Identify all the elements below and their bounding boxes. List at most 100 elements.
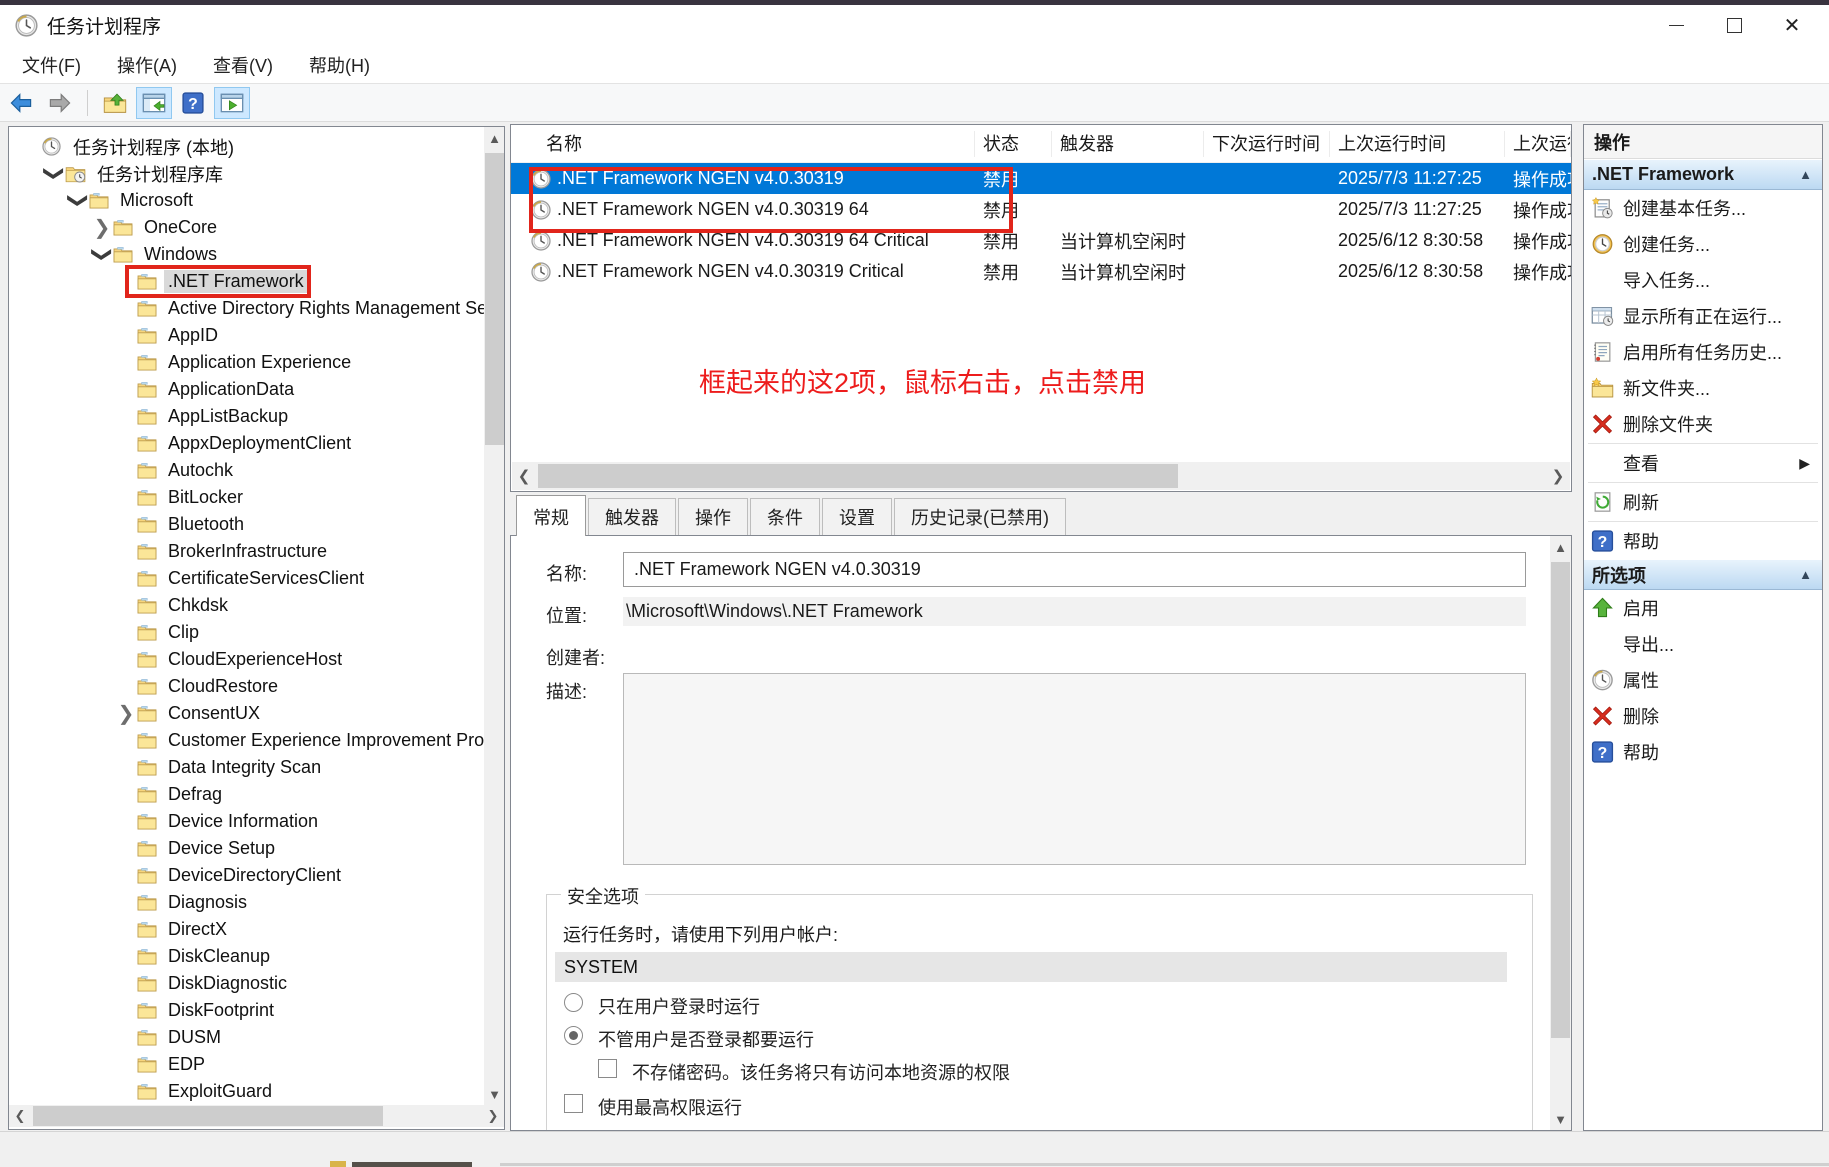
tree-item[interactable]: ApplicationData (9, 376, 484, 403)
tab-条件[interactable]: 条件 (750, 498, 820, 536)
menu-item[interactable]: 文件(F) (8, 46, 95, 84)
tree-item[interactable]: BitLocker (9, 484, 484, 511)
tab-历史记录(已禁用)[interactable]: 历史记录(已禁用) (894, 498, 1066, 536)
task-row[interactable]: .NET Framework NGEN v4.0.30319 64禁用2025/… (511, 194, 1571, 225)
scrollbar-thumb[interactable] (1551, 562, 1570, 1038)
tree-item[interactable]: Bluetooth (9, 511, 484, 538)
scroll-right-icon[interactable]: ❯ (482, 1105, 504, 1127)
checkbox-do-not-store-password[interactable] (598, 1059, 617, 1078)
action-item[interactable]: 新文件夹... (1584, 370, 1822, 406)
column-header[interactable]: 上次运行 (1505, 131, 1571, 157)
tree-item[interactable]: ❯Windows (9, 241, 484, 268)
tree-item[interactable]: Data Integrity Scan (9, 754, 484, 781)
tree-item[interactable]: Active Directory Rights Management Se (9, 295, 484, 322)
action-item[interactable]: 启用所有任务历史... (1584, 334, 1822, 370)
tree-item[interactable]: BrokerInfrastructure (9, 538, 484, 565)
tree-item[interactable]: Device Setup (9, 835, 484, 862)
scrollbar-thumb[interactable] (485, 153, 504, 445)
list-horizontal-scrollbar[interactable]: ❮ ❯ (512, 462, 1570, 490)
action-item[interactable]: 查看▶ (1584, 445, 1822, 481)
collapse-arrow-icon[interactable]: ▲ (1799, 167, 1812, 182)
action-item[interactable]: 启用 (1584, 590, 1822, 626)
action-item[interactable]: 导入任务... (1584, 262, 1822, 298)
tree-horizontal-scrollbar[interactable]: ❮ ❯ (9, 1105, 505, 1127)
column-header[interactable]: 状态 (975, 131, 1052, 157)
tree-item[interactable]: AppxDeploymentClient (9, 430, 484, 457)
tree-item[interactable]: DiskDiagnostic (9, 970, 484, 997)
console-tree-button[interactable] (136, 87, 172, 119)
menu-item[interactable]: 操作(A) (103, 46, 191, 84)
back-arrow-button[interactable] (3, 87, 39, 119)
column-header[interactable]: 名称 (511, 131, 975, 157)
tree-item[interactable]: ❯ConsentUX (9, 700, 484, 727)
scrollbar-thumb[interactable] (538, 464, 1178, 488)
chevron-right-icon[interactable]: ❯ (91, 215, 113, 240)
radio-run-whether-logged-on-or-not[interactable] (564, 1026, 583, 1045)
tab-常规[interactable]: 常规 (516, 495, 586, 536)
tree-item[interactable]: DiskCleanup (9, 943, 484, 970)
action-item[interactable]: 导出... (1584, 626, 1822, 662)
task-row[interactable]: .NET Framework NGEN v4.0.30319 Critical禁… (511, 256, 1571, 287)
tree-item[interactable]: Customer Experience Improvement Prog (9, 727, 484, 754)
tree-item[interactable]: Autochk (9, 457, 484, 484)
task-description-field[interactable] (623, 673, 1526, 865)
tree-item[interactable]: ❯OneCore (9, 214, 484, 241)
tree-item[interactable]: DiskFootprint (9, 997, 484, 1024)
action-item[interactable]: 显示所有正在运行... (1584, 298, 1822, 334)
chevron-right-icon[interactable]: ❯ (115, 701, 137, 726)
task-row[interactable]: .NET Framework NGEN v4.0.30319 64 Critic… (511, 225, 1571, 256)
maximize-button[interactable] (1705, 5, 1763, 46)
task-row[interactable]: .NET Framework NGEN v4.0.30319禁用2025/7/3… (511, 163, 1571, 194)
tree-item[interactable]: ❯Microsoft (9, 187, 484, 214)
scroll-down-icon[interactable]: ▼ (1550, 1108, 1571, 1130)
help-button[interactable]: ? (175, 87, 211, 119)
tree-item[interactable]: AppID (9, 322, 484, 349)
action-item[interactable]: 刷新 (1584, 484, 1822, 520)
actions-section-header[interactable]: 所选项▲ (1584, 559, 1822, 590)
tree-item[interactable]: 任务计划程序 (本地) (9, 133, 484, 160)
menu-item[interactable]: 帮助(H) (295, 46, 384, 84)
column-header[interactable]: 触发器 (1052, 131, 1204, 157)
menu-item[interactable]: 查看(V) (199, 46, 287, 84)
scroll-left-icon[interactable]: ❮ (9, 1105, 31, 1127)
tree-item[interactable]: DeviceDirectoryClient (9, 862, 484, 889)
tab-操作[interactable]: 操作 (678, 498, 748, 536)
action-item[interactable]: 创建任务... (1584, 226, 1822, 262)
tree-item[interactable]: Defrag (9, 781, 484, 808)
task-name-field[interactable]: .NET Framework NGEN v4.0.30319 (623, 552, 1526, 587)
action-item[interactable]: 删除文件夹 (1584, 406, 1822, 442)
detail-vertical-scrollbar[interactable]: ▲ ▼ (1550, 536, 1571, 1130)
forward-arrow-button[interactable] (42, 87, 78, 119)
column-header[interactable]: 下次运行时间 (1204, 131, 1330, 157)
collapse-arrow-icon[interactable]: ▲ (1799, 567, 1812, 582)
column-header[interactable]: 上次运行时间 (1330, 131, 1505, 157)
tree-item[interactable]: Device Information (9, 808, 484, 835)
chevron-down-icon[interactable]: ❯ (67, 188, 89, 213)
chevron-down-icon[interactable]: ❯ (91, 242, 113, 267)
actions-section-header[interactable]: .NET Framework▲ (1584, 159, 1822, 190)
tab-设置[interactable]: 设置 (822, 498, 892, 536)
action-item[interactable]: ?帮助 (1584, 523, 1822, 559)
action-item[interactable]: 删除 (1584, 698, 1822, 734)
tree-item[interactable]: AppListBackup (9, 403, 484, 430)
scroll-right-icon[interactable]: ❯ (1546, 462, 1570, 490)
chevron-down-icon[interactable]: ❯ (43, 161, 65, 186)
tree-vertical-scrollbar[interactable]: ▲ ▼ (484, 127, 505, 1105)
scroll-left-icon[interactable]: ❮ (512, 462, 536, 490)
scrollbar-thumb[interactable] (33, 1106, 383, 1126)
minimize-button[interactable] (1647, 5, 1705, 46)
tree-item[interactable]: Diagnosis (9, 889, 484, 916)
scroll-up-icon[interactable]: ▲ (484, 127, 505, 149)
tree-item[interactable]: CloudRestore (9, 673, 484, 700)
tree-item[interactable]: Chkdsk (9, 592, 484, 619)
checkbox-run-with-highest-privileges[interactable] (564, 1094, 583, 1113)
tree-item[interactable]: Application Experience (9, 349, 484, 376)
close-button[interactable]: ✕ (1763, 5, 1821, 46)
tree-item[interactable]: CloudExperienceHost (9, 646, 484, 673)
folder-up-button[interactable] (97, 87, 133, 119)
action-item[interactable]: ?帮助 (1584, 734, 1822, 770)
tab-触发器[interactable]: 触发器 (588, 498, 676, 536)
tree-item[interactable]: DUSM (9, 1024, 484, 1051)
tree-item[interactable]: EDP (9, 1051, 484, 1078)
tree-item-net-framework[interactable]: .NET Framework (9, 268, 484, 295)
